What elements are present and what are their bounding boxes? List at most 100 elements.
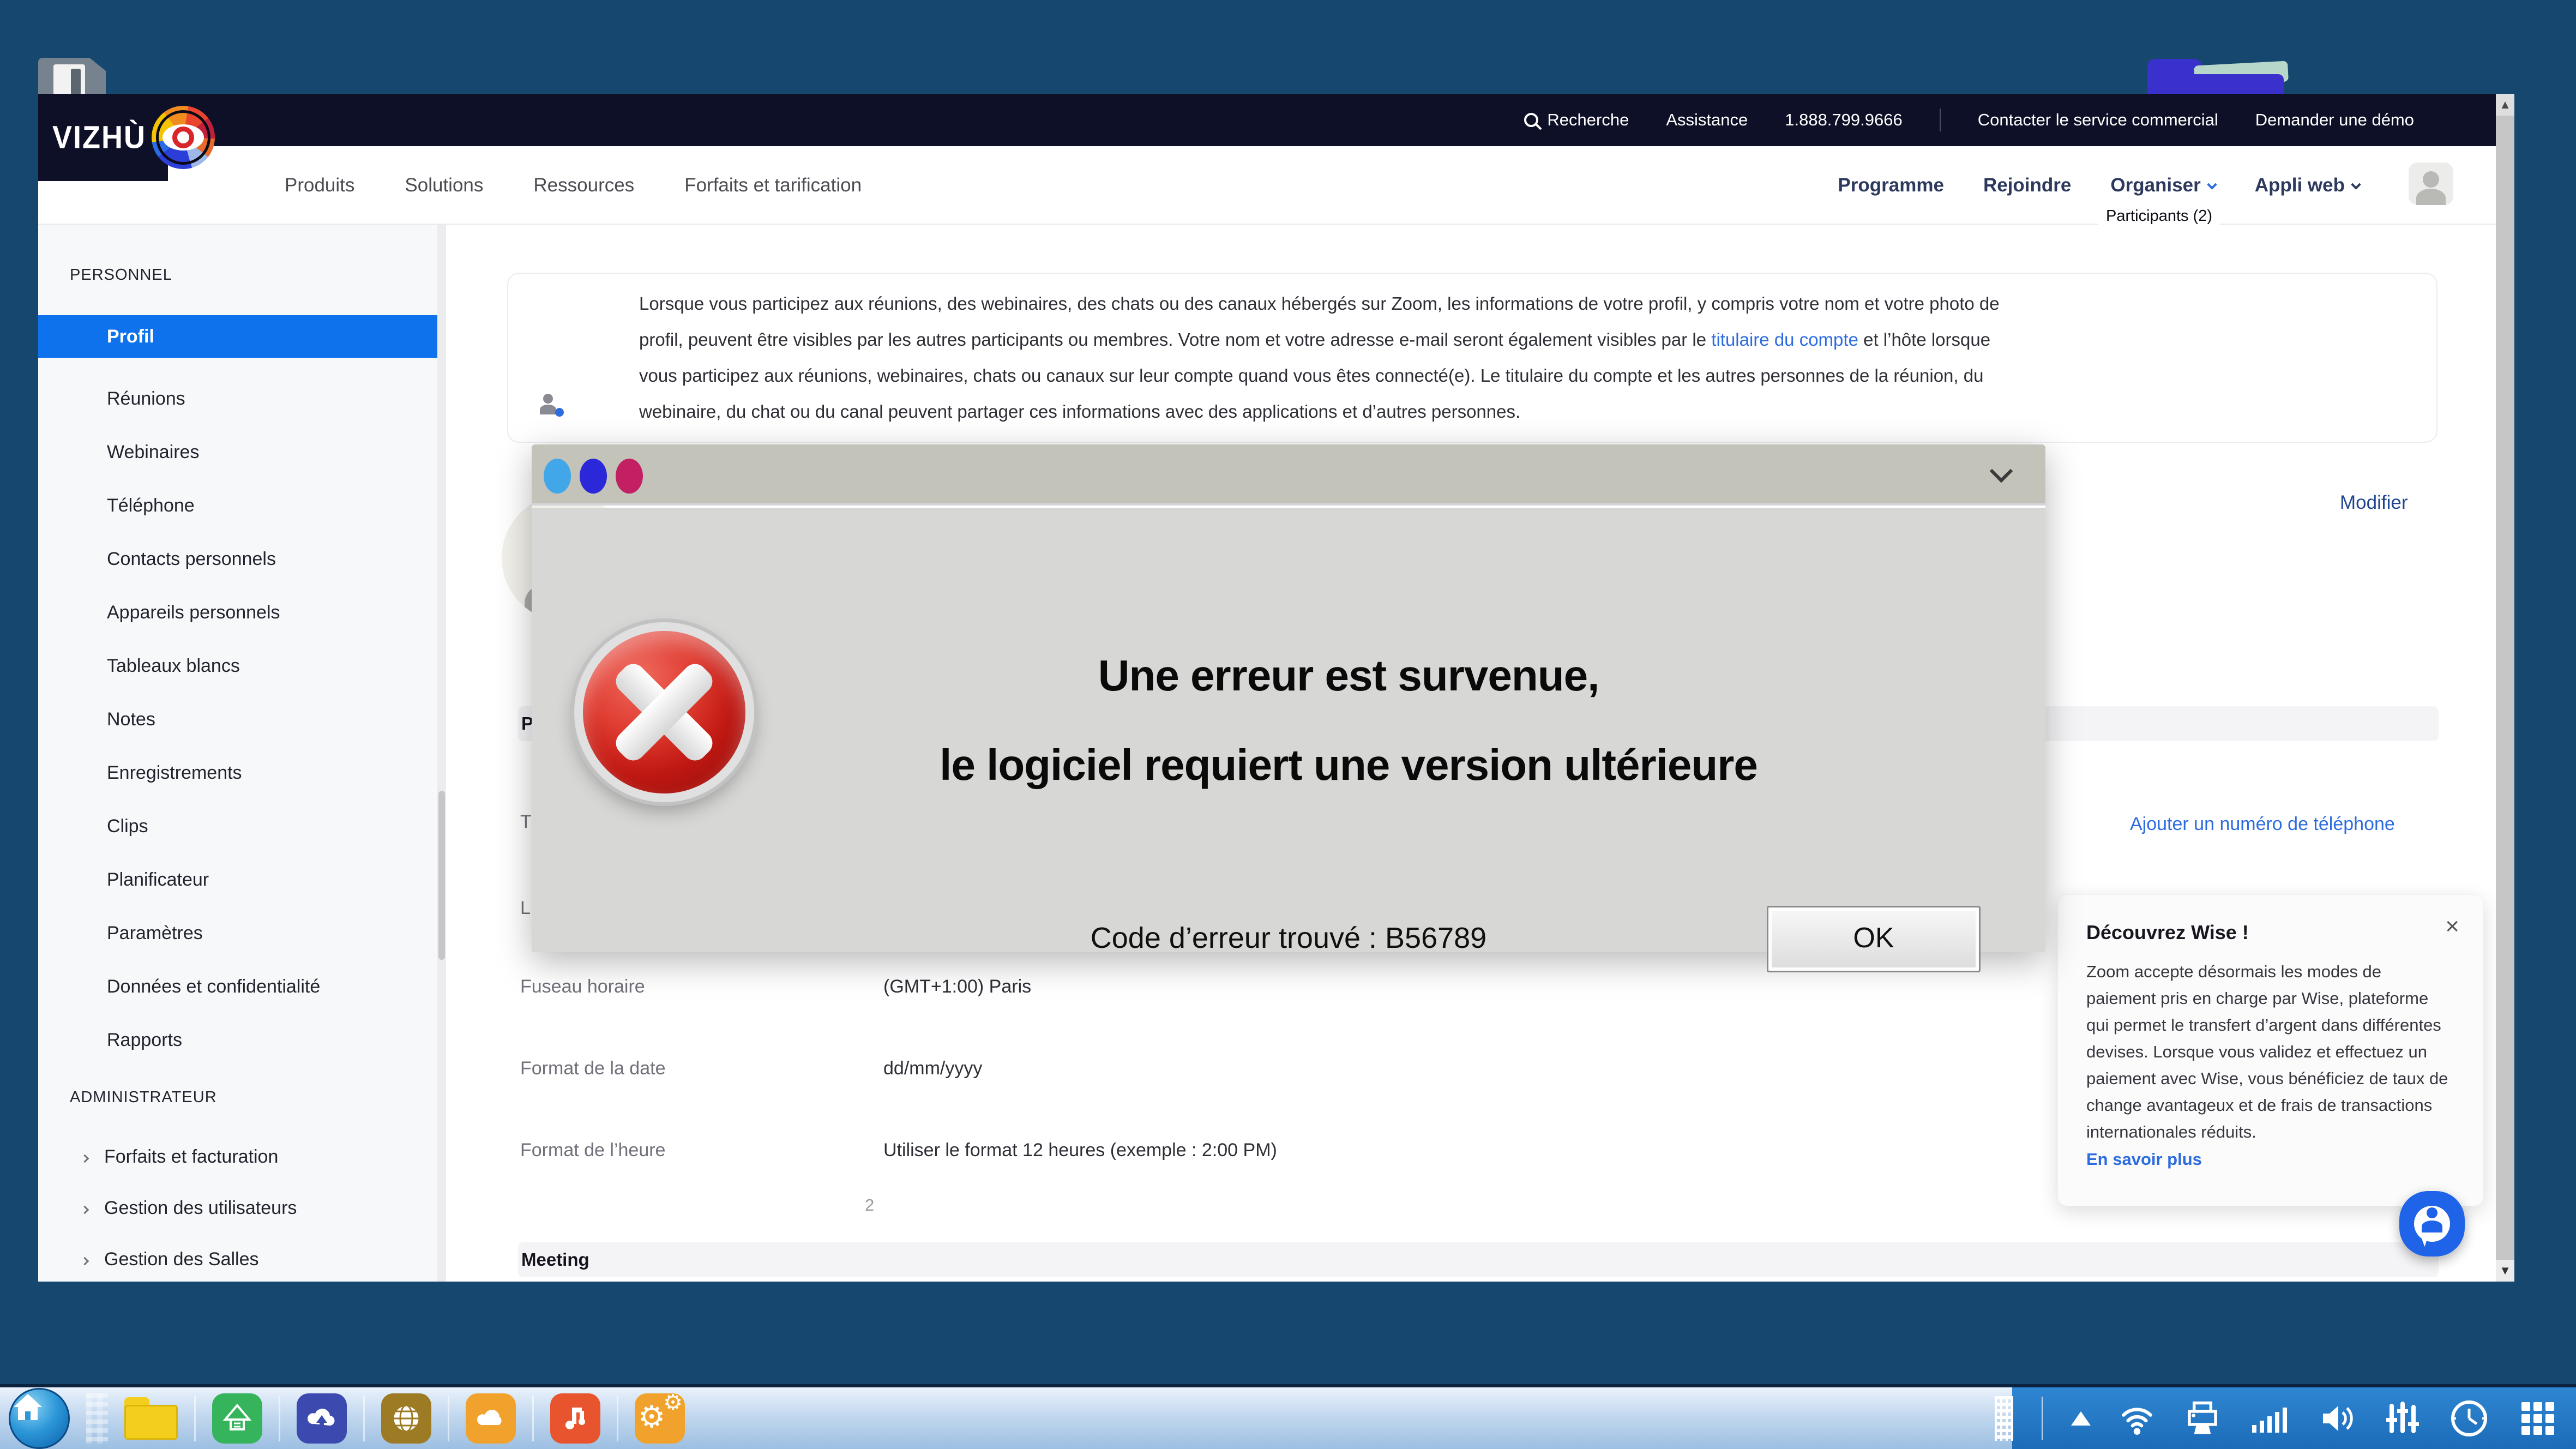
sidebar: PERSONNEL Profil Réunions Webinaires Tél… bbox=[38, 225, 446, 1282]
sidebar-item-tableaux-blancs[interactable]: Tableaux blancs bbox=[38, 639, 446, 693]
logo-eye-icon bbox=[152, 106, 215, 169]
sidebar-scrollbar[interactable] bbox=[437, 225, 446, 1282]
sidebar-item-notes[interactable]: Notes bbox=[38, 693, 446, 746]
error-dialog: Une erreur est survenue, le logiciel req… bbox=[532, 444, 2045, 952]
dialog-titlebar[interactable] bbox=[532, 444, 2045, 506]
close-icon[interactable]: × bbox=[2445, 915, 2459, 939]
chevron-down-icon bbox=[2207, 179, 2217, 189]
sidebar-section-administrateur: ADMINISTRATEUR bbox=[70, 1089, 217, 1107]
cloud-storage-icon[interactable] bbox=[466, 1393, 516, 1444]
signal-bars-icon[interactable] bbox=[2250, 1401, 2290, 1436]
contact-sales-link[interactable]: Contacter le service commercial bbox=[1978, 110, 2218, 130]
sidebar-item-enregistrements[interactable]: Enregistrements bbox=[38, 746, 446, 799]
hidden-field-fragment-l: L bbox=[520, 898, 531, 919]
profile-content: Lorsque vous participez aux réunions, de… bbox=[446, 225, 2496, 1282]
app-grid-icon[interactable] bbox=[2518, 1399, 2557, 1438]
wise-body: Zoom accepte désormais les modes de paie… bbox=[2086, 958, 2455, 1145]
wise-title: Découvrez Wise ! bbox=[2086, 921, 2455, 944]
request-demo-link[interactable]: Demander une démo bbox=[2255, 110, 2414, 130]
settings-gears-icon[interactable]: ⚙ ⚙ bbox=[635, 1393, 685, 1444]
nav-produits[interactable]: Produits bbox=[285, 175, 354, 196]
site-header: Recherche Assistance 1.888.799.9666 Cont… bbox=[38, 94, 2496, 146]
tray-strip-icon[interactable] bbox=[1995, 1396, 2013, 1441]
field-label-format-date: Format de la date bbox=[520, 1058, 665, 1079]
participants-label: Participants (2) bbox=[2098, 205, 2220, 232]
clock-icon[interactable] bbox=[2448, 1398, 2490, 1439]
field-label-fuseau-horaire: Fuseau horaire bbox=[520, 976, 645, 997]
nav-organiser[interactable]: Organiser bbox=[2110, 175, 2215, 196]
phone-number[interactable]: 1.888.799.9666 bbox=[1785, 110, 1903, 130]
sidebar-item-donnees-confidentialite[interactable]: Données et confidentialité bbox=[38, 960, 446, 1013]
window-dot-cyan-icon[interactable] bbox=[544, 459, 571, 494]
nav-programme[interactable]: Programme bbox=[1838, 175, 1944, 196]
wise-learn-more-link[interactable]: En savoir plus bbox=[2086, 1150, 2202, 1169]
page-scrollbar[interactable]: ▲ ▼ bbox=[2496, 94, 2514, 1282]
nav-ressources[interactable]: Ressources bbox=[533, 175, 634, 196]
nav-solutions[interactable]: Solutions bbox=[405, 175, 483, 196]
expand-tray-icon[interactable] bbox=[2071, 1411, 2091, 1426]
sidebar-item-parametres[interactable]: Paramètres bbox=[38, 906, 446, 960]
downloads-icon[interactable] bbox=[212, 1393, 262, 1444]
desktop-folder-icon[interactable] bbox=[2147, 59, 2284, 99]
add-phone-link[interactable]: Ajouter un numéro de téléphone bbox=[2130, 814, 2395, 835]
sidebar-item-rapports[interactable]: Rapports bbox=[38, 1013, 446, 1067]
chevron-right-icon bbox=[81, 1155, 89, 1163]
cloud-upload-icon[interactable] bbox=[297, 1393, 347, 1444]
sidebar-item-gestion-utilisateurs[interactable]: Gestion des utilisateurs bbox=[38, 1182, 446, 1234]
sidebar-item-profil[interactable]: Profil bbox=[38, 315, 446, 358]
sidebar-item-planificateur[interactable]: Planificateur bbox=[38, 853, 446, 906]
sidebar-item-gestion-salles[interactable]: Gestion des Salles bbox=[38, 1234, 446, 1285]
web-globe-icon[interactable] bbox=[381, 1393, 431, 1444]
printer-icon[interactable] bbox=[2183, 1399, 2222, 1438]
modifier-link[interactable]: Modifier bbox=[2340, 492, 2408, 514]
privacy-notice-text: Lorsque vous participez aux réunions, de… bbox=[639, 286, 2002, 430]
wifi-icon[interactable] bbox=[2119, 1400, 2155, 1436]
nav-forfaits[interactable]: Forfaits et tarification bbox=[684, 175, 862, 196]
error-message: Une erreur est survenue, le logiciel req… bbox=[695, 651, 2002, 790]
sidebar-item-appareils-personnels[interactable]: Appareils personnels bbox=[38, 586, 446, 639]
search-label: Recherche bbox=[1547, 110, 1629, 130]
equalizer-icon[interactable] bbox=[2385, 1399, 2420, 1438]
privacy-notice-card: Lorsque vous participez aux réunions, de… bbox=[507, 273, 2437, 443]
sidebar-item-clips[interactable]: Clips bbox=[38, 799, 446, 853]
field-value-fuseau-horaire: (GMT+1:00) Paris bbox=[883, 976, 1031, 997]
logo[interactable]: VIZHÙ bbox=[38, 94, 168, 181]
scroll-up-button[interactable]: ▲ bbox=[2496, 94, 2514, 116]
header-divider bbox=[1940, 109, 1941, 131]
nav-appli-web[interactable]: Appli web bbox=[2255, 175, 2360, 196]
search-icon bbox=[1524, 113, 1538, 127]
field-value-format-heure: Utiliser le format 12 heures (exemple : … bbox=[883, 1140, 1277, 1161]
user-avatar[interactable] bbox=[2409, 163, 2453, 205]
sidebar-item-forfaits-facturation[interactable]: Forfaits et facturation bbox=[38, 1131, 446, 1182]
ok-button[interactable]: OK bbox=[1767, 906, 1981, 972]
sidebar-item-contacts-personnels[interactable]: Contacts personnels bbox=[38, 532, 446, 586]
sidebar-item-webinaires[interactable]: Webinaires bbox=[38, 425, 446, 479]
volume-icon[interactable] bbox=[2319, 1399, 2357, 1438]
taskbar: ⚙ ⚙ bbox=[0, 1384, 2576, 1449]
home-button-icon[interactable] bbox=[9, 1388, 70, 1449]
sidebar-item-telephone[interactable]: Téléphone bbox=[38, 479, 446, 532]
taskbar-folder-icon[interactable] bbox=[124, 1397, 178, 1440]
search-link[interactable]: Recherche bbox=[1524, 110, 1629, 130]
window-dot-magenta-icon[interactable] bbox=[616, 459, 643, 494]
desktop: ▲ ▼ Recherche Assistance 1.888.799.9666 … bbox=[0, 0, 2576, 1449]
sidebar-item-reunions[interactable]: Réunions bbox=[38, 372, 446, 425]
scroll-down-button[interactable]: ▼ bbox=[2496, 1260, 2514, 1282]
media-player-icon[interactable] bbox=[550, 1393, 600, 1444]
hidden-field-fragment-t: T bbox=[520, 811, 532, 833]
field-value-format-date: dd/mm/yyyy bbox=[883, 1058, 982, 1079]
sidebar-section-personnel: PERSONNEL bbox=[70, 266, 172, 284]
dialog-body: Une erreur est survenue, le logiciel req… bbox=[532, 508, 2045, 952]
chevron-down-icon bbox=[2351, 179, 2361, 189]
window-dot-blue-icon[interactable] bbox=[580, 459, 607, 494]
chevron-right-icon bbox=[81, 1206, 89, 1214]
account-owner-link[interactable]: titulaire du compte bbox=[1711, 329, 1858, 350]
chevron-down-icon[interactable] bbox=[1990, 460, 2013, 483]
browser-window: ▲ ▼ Recherche Assistance 1.888.799.9666 … bbox=[38, 94, 2514, 1282]
sidebar-scrollbar-thumb[interactable] bbox=[438, 791, 445, 960]
grip-handle-icon bbox=[86, 1393, 108, 1444]
support-chat-button[interactable] bbox=[2399, 1191, 2465, 1256]
nav-rejoindre[interactable]: Rejoindre bbox=[1983, 175, 2071, 196]
field-label-format-heure: Format de l’heure bbox=[520, 1140, 665, 1161]
assistance-link[interactable]: Assistance bbox=[1666, 110, 1748, 130]
